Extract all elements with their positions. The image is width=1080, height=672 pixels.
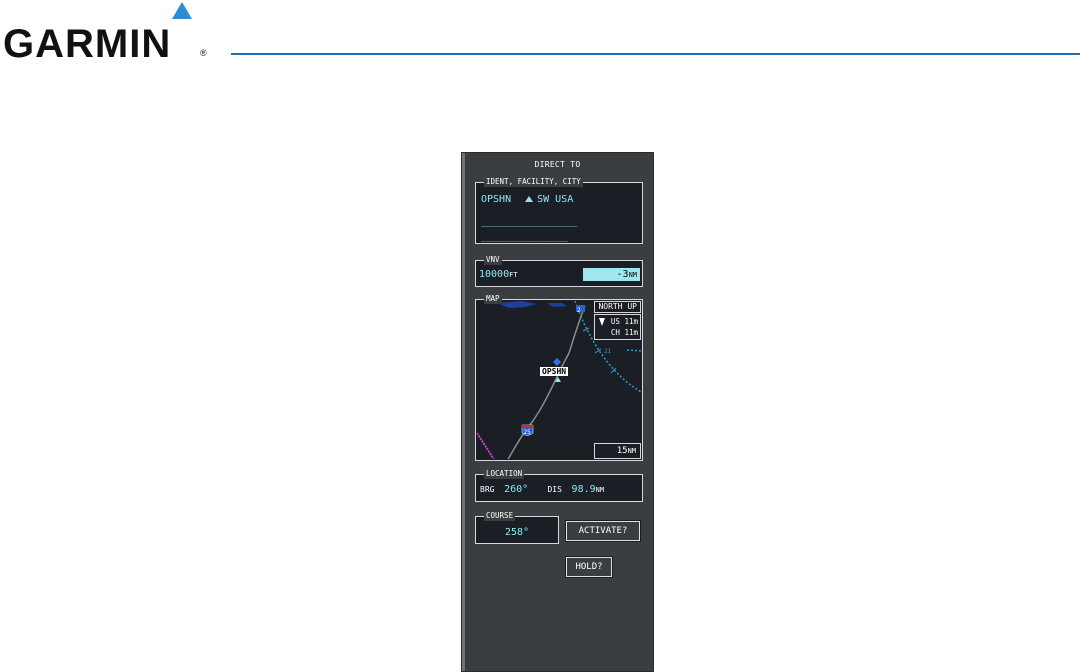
compass-tick (626, 349, 641, 352)
location-box-label: LOCATION (484, 469, 525, 479)
direct-to-window: DIRECT TO IDENT, FACILITY, CITY OPSHN SW … (461, 152, 654, 672)
activate-button[interactable]: ACTIVATE? (565, 520, 641, 542)
vnv-altitude[interactable]: 10000FT (479, 269, 518, 280)
airport-id: 2 (577, 307, 581, 314)
map-display[interactable]: 2 21 25 OPSHN NORTH UP US 11m CH 11m 15N… (477, 301, 641, 459)
shield-top (522, 425, 533, 428)
wind-us: US 11m (610, 317, 638, 326)
city-field: SW USA (537, 194, 574, 205)
road-line (507, 305, 586, 459)
window-title: DIRECT TO (534, 160, 581, 169)
ident-row[interactable]: OPSHN SW USA (481, 194, 573, 205)
vnv-box: VNV 10000FT -3NM (475, 255, 643, 287)
vnv-box-label: VNV (484, 255, 502, 265)
header-rule (231, 53, 1080, 55)
compass-mark: 21 (604, 348, 612, 355)
bearing-value: 260° (504, 484, 529, 495)
course-box: COURSE 258° (475, 511, 559, 544)
airport-triangle-icon (525, 195, 534, 202)
registered-mark: ® (200, 48, 207, 58)
location-values: BRG 260° DIS 98.9NM (480, 484, 605, 495)
map-box: 2 21 25 OPSHN NORTH UP US 11m CH 11m 15N… (475, 294, 643, 461)
map-orientation: NORTH UP (594, 301, 641, 313)
city-name-field[interactable]: __________________ (481, 233, 568, 242)
route-line (477, 432, 495, 459)
water-area (547, 303, 567, 307)
panel-bezel-edge (462, 153, 465, 671)
hold-button[interactable]: HOLD? (565, 556, 613, 578)
ident-facility-city-box: IDENT, FACILITY, CITY OPSHN SW USA ______… (475, 177, 643, 244)
water-area (497, 301, 537, 308)
wind-flag-icon (599, 318, 605, 326)
map-range: 15NM (594, 443, 641, 459)
vnv-offset-field[interactable]: -3NM (583, 268, 640, 281)
logo-triangle-icon (172, 2, 192, 19)
location-box: LOCATION BRG 260° DIS 98.9NM (475, 469, 643, 502)
wind-ch: CH 11m (610, 328, 638, 337)
highway-number: 25 (524, 429, 532, 436)
waypoint-icon (553, 358, 561, 366)
ident-box-label: IDENT, FACILITY, CITY (484, 177, 583, 187)
waypoint-label: OPSHN (540, 367, 569, 376)
course-box-label: COURSE (484, 511, 516, 521)
facility-field[interactable]: ________________ (481, 216, 577, 227)
course-field[interactable]: 258° (476, 527, 558, 538)
map-box-label: MAP (484, 294, 502, 304)
ident-field[interactable]: OPSHN (481, 194, 511, 205)
distance-value: 98.9 (571, 484, 596, 495)
wind-indicator: US 11m CH 11m (594, 314, 641, 340)
garmin-logo: GARMIN (3, 22, 172, 66)
